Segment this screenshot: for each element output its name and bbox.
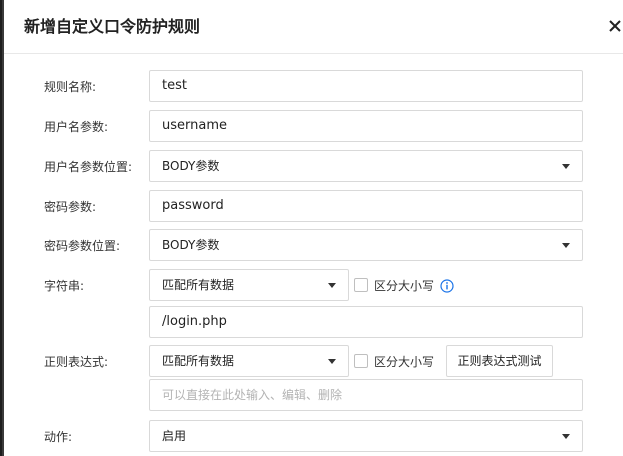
chevron-down-icon	[562, 164, 570, 169]
password-param-label: 密码参数:	[44, 200, 97, 214]
action-value: 启用	[162, 429, 187, 443]
string-match-mode-value: 匹配所有数据	[162, 278, 235, 292]
rule-name-input[interactable]: test	[149, 70, 583, 102]
chevron-down-icon	[328, 283, 336, 288]
dialog-header: 新增自定义口令防护规则	[4, 0, 623, 54]
chevron-down-icon	[562, 434, 570, 439]
regex-match-mode-value: 匹配所有数据	[162, 354, 235, 368]
string-case-sensitive-checkbox[interactable]	[354, 278, 368, 292]
password-param-location-select[interactable]: BODY参数	[149, 229, 583, 261]
username-param-input[interactable]: username	[149, 110, 583, 142]
dialog-body: 规则名称: test 用户名参数: username 用户名参数位置: BODY…	[4, 54, 623, 456]
regex-case-sensitive-checkbox[interactable]	[354, 354, 368, 368]
action-select[interactable]: 启用	[149, 420, 583, 452]
string-match-mode-select[interactable]: 匹配所有数据	[149, 269, 349, 301]
string-value-input[interactable]: /login.php	[149, 306, 583, 338]
password-param-location-value: BODY参数	[162, 238, 220, 252]
rule-name-label: 规则名称:	[44, 80, 97, 94]
regex-pattern-input[interactable]: 可以直接在此处输入、编辑、删除	[149, 379, 583, 411]
chevron-down-icon	[562, 243, 570, 248]
password-param-input[interactable]: password	[149, 190, 583, 222]
string-case-sensitive-label: 区分大小写	[374, 279, 435, 293]
regex-case-sensitive-label: 区分大小写	[374, 355, 435, 369]
action-label: 动作:	[44, 430, 73, 444]
string-label: 字符串:	[44, 279, 85, 293]
password-param-location-label: 密码参数位置:	[44, 239, 121, 253]
info-icon[interactable]	[440, 278, 454, 293]
username-param-location-select[interactable]: BODY参数	[149, 150, 583, 182]
close-icon[interactable]	[608, 16, 622, 36]
regex-label: 正则表达式:	[44, 355, 109, 369]
regex-match-mode-select[interactable]: 匹配所有数据	[149, 345, 349, 377]
add-password-protection-rule-dialog: 新增自定义口令防护规则 规则名称: test 用户名参数: username 用…	[4, 0, 623, 456]
username-param-location-label: 用户名参数位置:	[44, 160, 133, 174]
username-param-label: 用户名参数:	[44, 120, 109, 134]
username-param-location-value: BODY参数	[162, 159, 220, 173]
chevron-down-icon	[328, 359, 336, 364]
dialog-title: 新增自定义口令防护规则	[24, 17, 201, 36]
regex-test-button[interactable]: 正则表达式测试	[446, 345, 553, 377]
